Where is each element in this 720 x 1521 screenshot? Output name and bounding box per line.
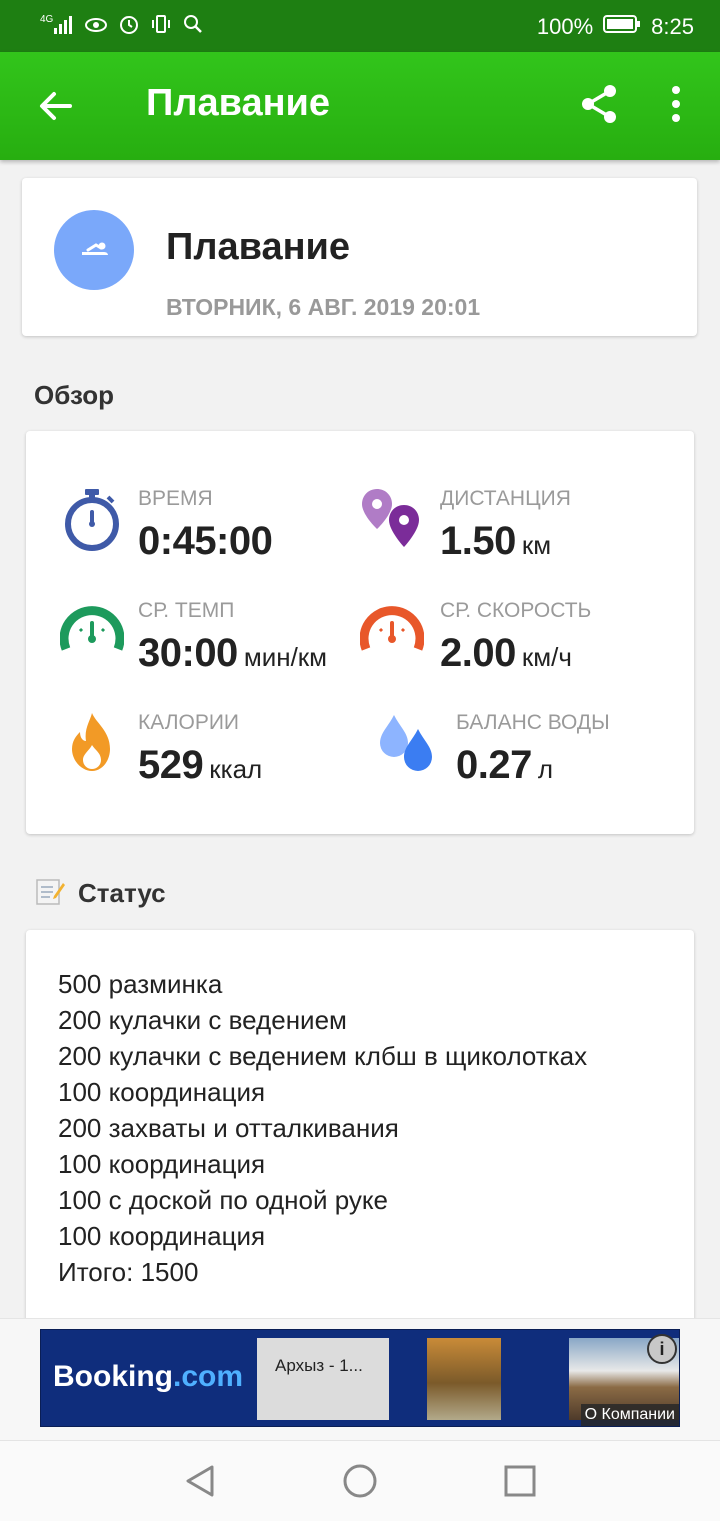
stat-calories: КАЛОРИИ 529 ккал xyxy=(60,711,380,801)
status-line: 200 захваты и отталкивания xyxy=(58,1113,399,1143)
stat-value: 0.27 xyxy=(456,743,532,787)
memo-icon xyxy=(36,879,65,905)
stat-label: ДИСТАНЦИЯ xyxy=(440,487,571,510)
more-vert-icon xyxy=(672,86,680,122)
ad-photo[interactable] xyxy=(427,1338,501,1420)
stopwatch-icon xyxy=(65,489,119,551)
search-icon xyxy=(182,13,204,41)
circle-home-icon xyxy=(343,1464,377,1498)
status-line: 100 координация xyxy=(58,1221,266,1251)
stat-value: 529 xyxy=(138,743,204,787)
stat-distance: ДИСТАНЦИЯ 1.50 км xyxy=(360,487,680,577)
status-line: 100 координация xyxy=(58,1149,266,1179)
booking-ad-banner[interactable]: Booking.com Архыз - 1... i О Компании xyxy=(40,1329,680,1427)
app-bar: Плавание xyxy=(0,52,720,160)
status-line: Итого: 1500 xyxy=(58,1257,199,1287)
stat-label: СР. СКОРОСТЬ xyxy=(440,599,592,622)
stat-time: ВРЕМЯ 0:45:00 xyxy=(60,487,380,577)
ad-info-icon[interactable]: i xyxy=(647,1334,677,1364)
speed-gauge-icon xyxy=(360,606,424,651)
stat-label: БАЛАНС ВОДЫ xyxy=(456,711,610,734)
fire-icon xyxy=(72,713,110,771)
nav-home-button[interactable] xyxy=(342,1463,378,1499)
status-line: 200 кулачки с ведением клбш в щиколотках xyxy=(58,1041,588,1071)
status-line: 500 разминка xyxy=(58,969,223,999)
booking-logo: Booking.com xyxy=(53,1360,244,1393)
ad-hotel-tile[interactable]: Архыз - 1... xyxy=(257,1338,389,1420)
status-line: 100 с доской по одной руке xyxy=(58,1185,389,1215)
signal-icon: 4G xyxy=(40,12,74,42)
ad-company-link[interactable]: О Компании xyxy=(580,1404,679,1426)
water-drops-icon xyxy=(380,715,432,771)
back-button[interactable] xyxy=(34,84,78,128)
triangle-back-icon xyxy=(186,1465,214,1497)
status-line: 200 кулачки с ведением xyxy=(58,1005,347,1035)
stat-label: СР. ТЕМП xyxy=(138,599,235,622)
share-icon xyxy=(582,85,616,123)
swimming-icon xyxy=(54,210,134,290)
svg-text:4G: 4G xyxy=(40,14,54,25)
vibrate-icon xyxy=(150,13,172,41)
status-bar: 4G 100% 8:25 xyxy=(0,0,720,52)
stat-unit: км/ч xyxy=(521,642,572,672)
overview-card: ВРЕМЯ 0:45:00 ДИСТАНЦИЯ 1.50 км СР. ТЕМП … xyxy=(26,431,694,834)
eye-icon xyxy=(84,14,108,40)
stat-water-balance: БАЛАНС ВОДЫ 0.27 л xyxy=(376,711,696,801)
activity-header-card: Плавание ВТОРНИК, 6 АВГ. 2019 20:01 xyxy=(22,178,697,336)
stat-unit: ккал xyxy=(209,754,263,784)
status-card: 500 разминка 200 кулачки с ведением 200 … xyxy=(26,930,694,1330)
system-nav-bar xyxy=(0,1440,720,1521)
share-button[interactable] xyxy=(578,82,622,126)
stat-value: 30:00 xyxy=(138,631,238,675)
nav-recents-button[interactable] xyxy=(502,1463,538,1499)
more-options-button[interactable] xyxy=(660,82,692,126)
arrow-back-icon xyxy=(40,92,72,120)
stat-pace: СР. ТЕМП 30:00 мин/км xyxy=(60,599,380,689)
battery-percent: 100% xyxy=(536,14,594,39)
activity-datetime: ВТОРНИК, 6 АВГ. 2019 20:01 xyxy=(166,294,481,320)
stat-value: 2.00 xyxy=(440,631,516,675)
nav-back-button[interactable] xyxy=(182,1463,218,1499)
status-title: Статус xyxy=(78,878,166,908)
battery-icon xyxy=(603,14,641,40)
app-bar-title: Плавание xyxy=(146,82,331,124)
pace-gauge-icon xyxy=(60,606,124,651)
overview-title: Обзор xyxy=(34,380,114,410)
alarm-icon xyxy=(118,13,140,41)
activity-title: Плавание xyxy=(166,226,351,268)
ad-tile-text: Архыз - 1... xyxy=(275,1356,363,1375)
stat-unit: мин/км xyxy=(243,642,328,672)
stat-unit: л xyxy=(537,754,554,784)
stat-label: ВРЕМЯ xyxy=(138,487,213,510)
map-pins-icon xyxy=(362,489,419,547)
status-icons: 4G xyxy=(40,12,204,42)
status-line: 100 координация xyxy=(58,1077,266,1107)
square-recents-icon xyxy=(504,1465,536,1497)
stat-value: 0:45:00 xyxy=(138,519,273,563)
stat-unit: км xyxy=(521,530,552,560)
clock-time: 8:25 xyxy=(651,14,694,39)
stat-speed: СР. СКОРОСТЬ 2.00 км/ч xyxy=(360,599,680,689)
stat-label: КАЛОРИИ xyxy=(138,711,240,734)
ad-area: Booking.com Архыз - 1... i О Компании xyxy=(0,1318,720,1441)
status-notes: 500 разминка 200 кулачки с ведением 200 … xyxy=(58,966,587,1290)
stat-value: 1.50 xyxy=(440,519,516,563)
